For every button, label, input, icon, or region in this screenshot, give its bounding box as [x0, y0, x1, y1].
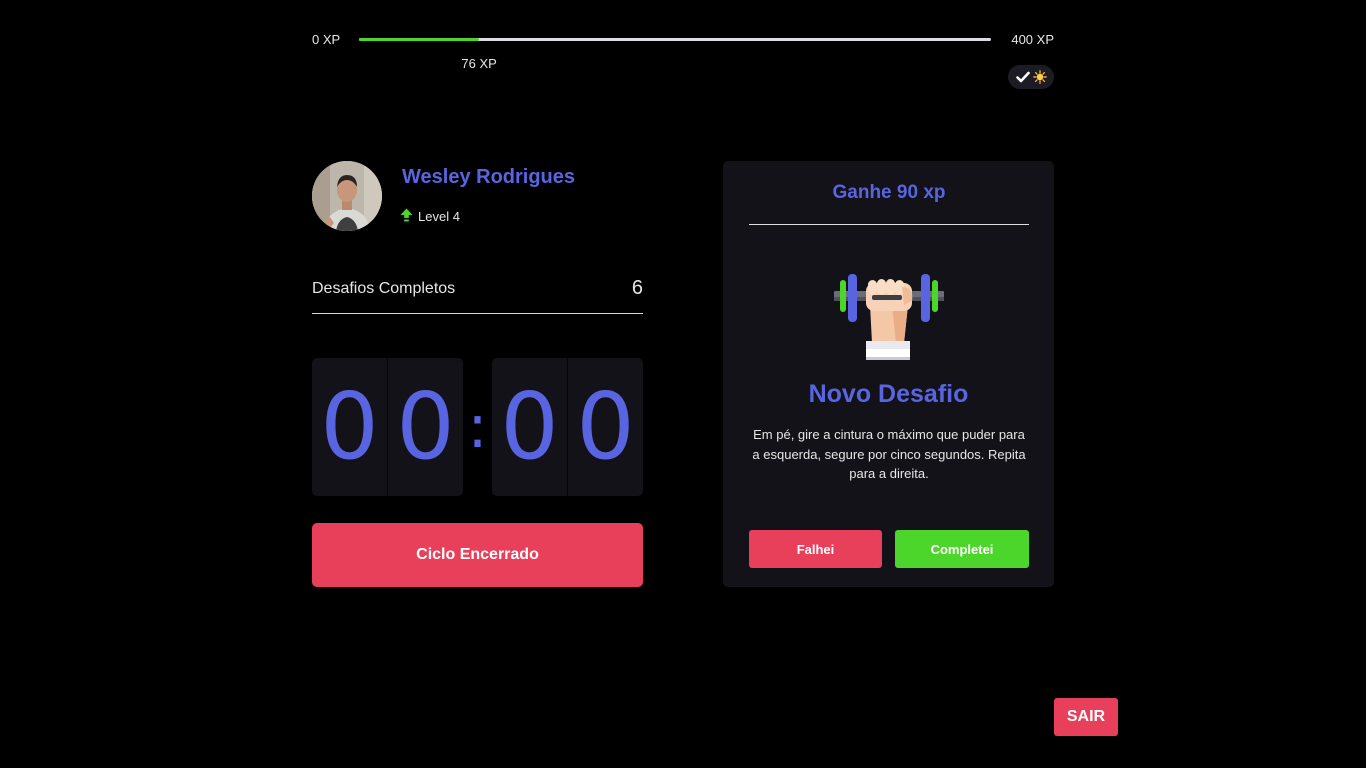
challenge-completed-button[interactable]: Completei	[895, 530, 1029, 568]
completed-challenges: Desafios Completos 6	[312, 273, 643, 314]
cycle-ended-button[interactable]: Ciclo Encerrado	[312, 523, 643, 587]
profile-level: Level 4	[400, 208, 460, 225]
second-digit-right: 0	[567, 358, 643, 496]
experience-bar: 0 XP 76 XP 400 XP	[312, 30, 1054, 71]
xp-max-label: 400 XP	[1011, 32, 1054, 47]
xp-current-label: 76 XP	[461, 56, 497, 71]
avatar	[312, 161, 382, 231]
minute-digit-right: 0	[387, 358, 463, 496]
theme-toggle[interactable]	[1008, 65, 1054, 89]
seconds-box: 0 0	[492, 358, 643, 496]
level-label: Level 4	[418, 209, 460, 224]
countdown: 0 0 : 0 0	[312, 358, 643, 496]
app-page: 0 XP 76 XP 400 XP Wesley Rodrigues Level…	[0, 0, 1366, 768]
dumbbell-icon	[832, 271, 946, 368]
countdown-separator: :	[467, 392, 488, 462]
challenge-title: Novo Desafio	[808, 380, 969, 408]
xp-min-label: 0 XP	[312, 32, 341, 47]
minute-digit-left: 0	[320, 373, 379, 480]
completed-challenges-count: 6	[631, 277, 643, 299]
completed-challenges-label: Desafios Completos	[312, 280, 456, 297]
sun-icon	[1032, 70, 1047, 84]
check-icon	[1015, 71, 1030, 83]
level-up-arrow-icon	[400, 208, 413, 225]
xp-fill	[359, 38, 480, 41]
second-digit-left: 0	[500, 373, 559, 480]
profile-name: Wesley Rodrigues	[402, 166, 576, 188]
xp-track: 76 XP	[359, 38, 991, 71]
challenge-failed-button[interactable]: Falhei	[749, 530, 882, 568]
challenge-card: Ganhe 90 xp Novo Desafio Em pé, gire a c…	[723, 161, 1054, 587]
challenge-description: Em pé, gire a cintura o máximo que puder…	[752, 427, 1026, 481]
logout-button[interactable]: SAIR	[1054, 698, 1118, 736]
minutes-box: 0 0	[312, 358, 463, 496]
challenge-xp-header: Ganhe 90 xp	[749, 161, 1029, 225]
